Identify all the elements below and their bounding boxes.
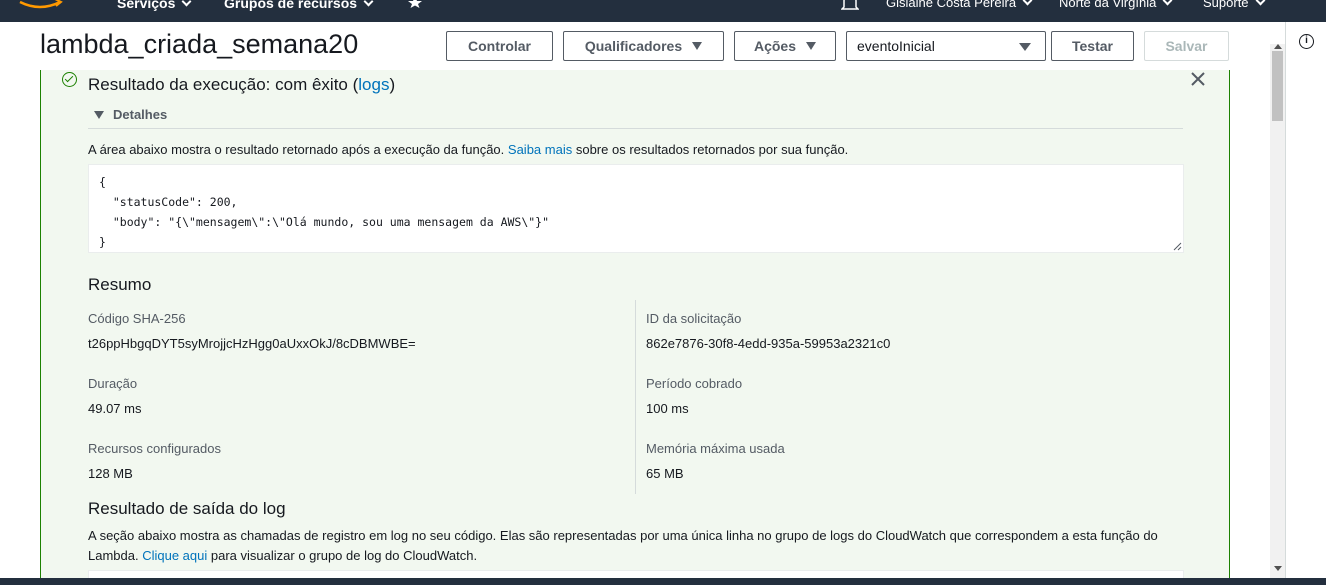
execution-result-panel: Resultado da execução: com êxito (logs) … — [40, 70, 1230, 578]
memory-label: Memória máxima usada — [646, 441, 785, 456]
bottom-bar — [0, 578, 1326, 585]
chevron-down-icon — [1255, 0, 1265, 6]
details-label: Detalhes — [113, 107, 168, 122]
side-panel-border — [1285, 22, 1286, 578]
testar-button[interactable]: Testar — [1051, 31, 1134, 61]
services-label: Serviços — [117, 0, 176, 11]
star-icon[interactable] — [408, 0, 422, 8]
resources-value: 128 MB — [88, 466, 133, 481]
aws-logo-icon[interactable] — [14, 0, 66, 12]
qualificadores-button[interactable]: Qualificadores — [563, 31, 724, 61]
caret-down-icon — [94, 110, 104, 119]
request-id-value: 862e7876-30f8-4edd-935a-59953a2321c0 — [646, 336, 891, 351]
scroll-up-icon[interactable] — [1274, 44, 1282, 49]
support-label: Suporte — [1203, 0, 1249, 10]
chevron-down-icon — [1162, 0, 1173, 6]
desc-text-pre: A área abaixo mostra o resultado retorna… — [88, 142, 505, 157]
log-output-box[interactable] — [88, 570, 1184, 578]
caret-down-icon — [692, 42, 703, 50]
billed-value: 100 ms — [646, 401, 689, 416]
bell-icon[interactable] — [841, 0, 859, 10]
summary-divider — [635, 300, 636, 494]
controlar-label: Controlar — [468, 38, 531, 54]
test-event-select[interactable]: eventoInicial — [846, 31, 1046, 61]
qualificadores-label: Qualificadores — [584, 38, 683, 54]
page-title: lambda_criada_semana20 — [40, 29, 359, 59]
details-toggle[interactable]: Detalhes — [94, 107, 167, 122]
summary-title: Resumo — [88, 275, 152, 294]
log-desc-post: para visualizar o grupo de log do CloudW… — [210, 548, 478, 563]
user-name: Gislaine Costa Pereira — [886, 0, 1017, 10]
duration-label: Duração — [88, 376, 138, 391]
top-navigation: Serviços Grupos de recursos Gislaine Cos… — [0, 0, 1326, 22]
saiba-mais-link[interactable]: Saiba mais — [508, 142, 572, 157]
testar-label: Testar — [1072, 38, 1113, 54]
divider — [88, 128, 1183, 129]
result-title: Resultado da execução: com êxito (logs) — [88, 75, 395, 95]
acoes-button[interactable]: Ações — [734, 31, 836, 61]
acoes-label: Ações — [753, 38, 797, 54]
vertical-scrollbar[interactable] — [1270, 44, 1285, 578]
services-menu[interactable]: Serviços — [117, 0, 192, 11]
logs-link[interactable]: logs — [358, 75, 389, 94]
chevron-down-icon — [181, 0, 192, 6]
caret-down-icon — [1019, 43, 1031, 51]
scroll-down-icon[interactable] — [1274, 566, 1282, 571]
billed-label: Período cobrado — [646, 376, 743, 391]
info-icon[interactable]: i — [1299, 34, 1314, 49]
resource-groups-menu[interactable]: Grupos de recursos — [224, 0, 374, 11]
desc-text-post: sobre os resultados retornados por sua f… — [575, 142, 849, 157]
salvar-button[interactable]: Salvar — [1144, 31, 1229, 61]
result-title-text: Resultado da execução: com êxito ( — [88, 75, 359, 94]
output-text: { "statusCode": 200, "body": "{\"mensage… — [99, 175, 550, 249]
execution-output[interactable]: { "statusCode": 200, "body": "{\"mensage… — [88, 164, 1184, 253]
resize-grip-icon[interactable] — [1173, 242, 1182, 251]
memory-value: 65 MB — [646, 466, 684, 481]
controlar-button[interactable]: Controlar — [446, 31, 553, 61]
sha-value: t26ppHbgqDYT5syMrojjcHzHgg0aUxxOkJ/8cDBM… — [88, 336, 416, 351]
user-menu[interactable]: Gislaine Costa Pereira — [886, 0, 1033, 10]
region-menu[interactable]: Norte da Virgínia — [1059, 0, 1173, 10]
log-description: A seção abaixo mostra as chamadas de reg… — [88, 526, 1188, 566]
result-title-end: ) — [389, 75, 396, 94]
clique-aqui-link[interactable]: Clique aqui — [142, 548, 207, 563]
resource-groups-label: Grupos de recursos — [224, 0, 358, 11]
scrollbar-thumb[interactable] — [1272, 51, 1283, 121]
chevron-down-icon — [1022, 0, 1033, 6]
sha-label: Código SHA-256 — [88, 311, 186, 326]
test-event-value: eventoInicial — [857, 38, 935, 54]
salvar-label: Salvar — [1165, 38, 1208, 54]
region-name: Norte da Virgínia — [1059, 0, 1157, 10]
caret-down-icon — [806, 42, 817, 50]
resources-label: Recursos configurados — [88, 441, 221, 456]
chevron-down-icon — [363, 0, 374, 6]
log-output-title: Resultado de saída do log — [88, 499, 286, 518]
check-circle-icon — [62, 72, 77, 87]
result-description: A área abaixo mostra o resultado retorna… — [88, 142, 848, 157]
main-content: Resultado da execução: com êxito (logs) … — [0, 70, 1270, 578]
support-menu[interactable]: Suporte — [1203, 0, 1265, 10]
duration-value: 49.07 ms — [88, 401, 142, 416]
request-id-label: ID da solicitação — [646, 311, 742, 326]
close-icon[interactable] — [1189, 70, 1207, 88]
